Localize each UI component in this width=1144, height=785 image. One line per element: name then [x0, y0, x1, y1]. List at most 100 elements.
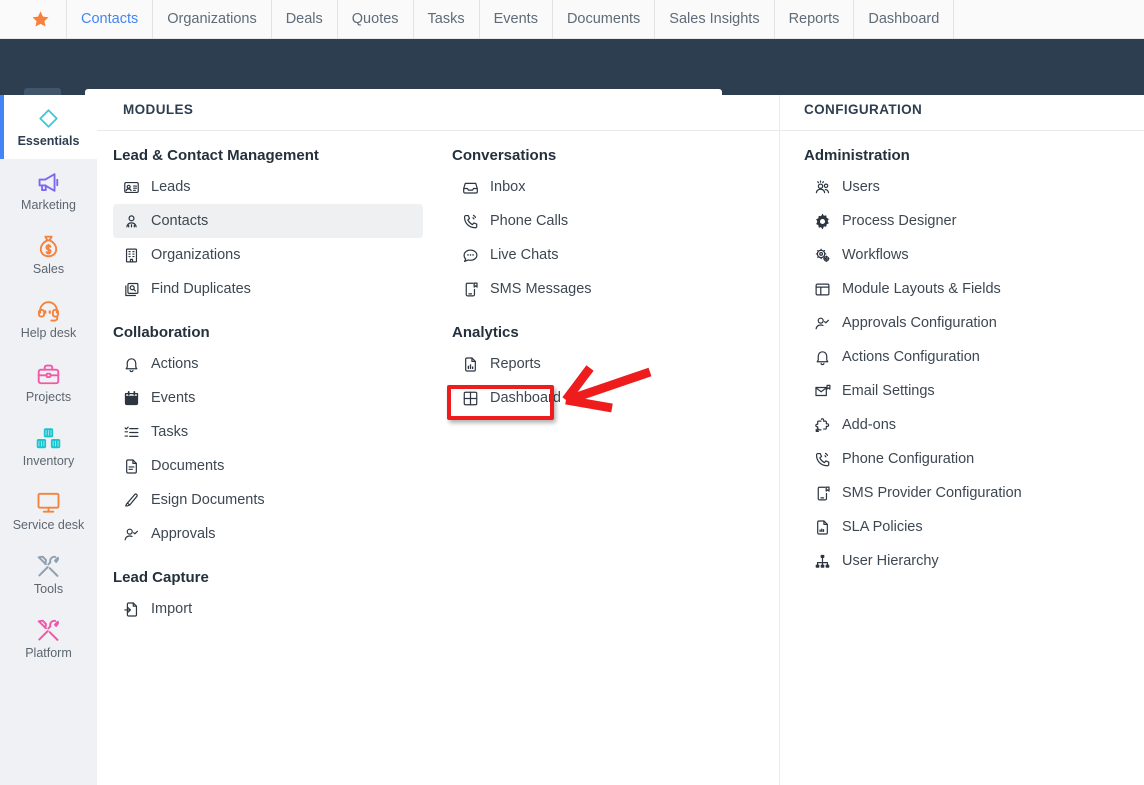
- nav-item-reports[interactable]: Reports: [775, 0, 855, 39]
- sms-icon: [814, 485, 831, 502]
- sidebar-item-tools[interactable]: Tools: [0, 543, 97, 607]
- menu-item-live-chats[interactable]: Live Chats: [452, 238, 752, 272]
- briefcase-icon: [36, 362, 61, 386]
- group-title: Collaboration: [113, 324, 423, 341]
- nav-item-dashboard[interactable]: Dashboard: [854, 0, 954, 39]
- inbox-icon: [462, 179, 479, 196]
- menu-item-find-duplicates[interactable]: Find Duplicates: [113, 272, 423, 306]
- duplicate-search-icon: [123, 281, 140, 298]
- group-title: Conversations: [452, 147, 752, 164]
- report-icon: [462, 356, 479, 373]
- menu-item-tasks[interactable]: Tasks: [113, 415, 423, 449]
- nav-item-deals[interactable]: Deals: [272, 0, 338, 39]
- nav-item-organizations[interactable]: Organizations: [153, 0, 271, 39]
- menu-item-phone-calls[interactable]: Phone Calls: [452, 204, 752, 238]
- diamond-icon: [37, 106, 60, 130]
- import-icon: [123, 601, 140, 618]
- modules-column-left: Lead & Contact ManagementLeadsContactsOr…: [113, 147, 423, 644]
- menu-item-organizations[interactable]: Organizations: [113, 238, 423, 272]
- nav-item-documents[interactable]: Documents: [553, 0, 655, 39]
- menu-item-label: Events: [151, 390, 195, 406]
- menu-search-bar: Personalize »: [0, 39, 1144, 95]
- megaphone-icon: [36, 170, 61, 194]
- menu-item-email-settings[interactable]: Email Settings: [804, 374, 1134, 408]
- menu-item-dashboard[interactable]: Dashboard: [452, 381, 752, 415]
- menu-item-label: Leads: [151, 179, 191, 195]
- menu-group: Collaboration Actions Events Tasks Documents…: [113, 324, 423, 551]
- menu-item-users[interactable]: Users: [804, 170, 1134, 204]
- menu-item-phone-configuration[interactable]: Phone Configuration: [804, 442, 1134, 476]
- sidebar-item-sales[interactable]: Sales: [0, 223, 97, 287]
- menu-item-label: Live Chats: [490, 247, 559, 263]
- nav-item-contacts[interactable]: Contacts: [66, 0, 153, 39]
- menu-item-label: Organizations: [151, 247, 240, 263]
- app-switcher-sidebar: Essentials Marketing SalesHelp desk Project…: [0, 95, 97, 785]
- menu-item-events[interactable]: Events: [113, 381, 423, 415]
- sidebar-item-marketing[interactable]: Marketing: [0, 159, 97, 223]
- sidebar-item-projects[interactable]: Projects: [0, 351, 97, 415]
- headset-icon: [36, 298, 61, 322]
- menu-item-label: Workflows: [842, 247, 909, 263]
- sidebar-item-platform[interactable]: Platform: [0, 607, 97, 671]
- menu-item-actions[interactable]: Actions: [113, 347, 423, 381]
- building-icon: [123, 247, 140, 264]
- menu-item-approvals[interactable]: Approvals: [113, 517, 423, 551]
- nav-item-sales-insights[interactable]: Sales Insights: [655, 0, 774, 39]
- gears-icon: [814, 247, 831, 264]
- menu-item-label: Documents: [151, 458, 224, 474]
- menu-item-contacts[interactable]: Contacts: [113, 204, 423, 238]
- menu-item-label: Phone Configuration: [842, 451, 974, 467]
- layout-icon: [814, 281, 831, 298]
- menu-group: Analytics ReportsDashboard: [452, 324, 752, 415]
- top-navigation-bar: ContactsOrganizationsDealsQuotesTasksEve…: [0, 0, 1144, 39]
- menu-item-sla-policies[interactable]: SLA Policies: [804, 510, 1134, 544]
- menu-item-inbox[interactable]: Inbox: [452, 170, 752, 204]
- sidebar-item-inventory[interactable]: Inventory: [0, 415, 97, 479]
- configuration-column: AdministrationUsersProcess DesignerWorkf…: [804, 147, 1134, 596]
- menu-item-label: Actions Configuration: [842, 349, 980, 365]
- nav-item-events[interactable]: Events: [480, 0, 553, 39]
- menu-item-label: Esign Documents: [151, 492, 265, 508]
- nav-item-quotes[interactable]: Quotes: [338, 0, 414, 39]
- menu-item-label: Tasks: [151, 424, 188, 440]
- bell-icon: [123, 356, 140, 373]
- menu-item-import[interactable]: Import: [113, 592, 423, 626]
- menu-item-esign-documents[interactable]: Esign Documents: [113, 483, 423, 517]
- sidebar-item-essentials[interactable]: Essentials: [0, 95, 97, 159]
- menu-item-label: Approvals Configuration: [842, 315, 997, 331]
- group-title: Analytics: [452, 324, 752, 341]
- bell-icon: [814, 349, 831, 366]
- sidebar-item-label: Marketing: [21, 198, 76, 212]
- menu-item-user-hierarchy[interactable]: User Hierarchy: [804, 544, 1134, 578]
- menu-item-leads[interactable]: Leads: [113, 170, 423, 204]
- top-nav-items: ContactsOrganizationsDealsQuotesTasksEve…: [66, 0, 954, 39]
- phone-icon: [814, 451, 831, 468]
- menu-item-label: User Hierarchy: [842, 553, 939, 569]
- user-check-icon: [814, 315, 831, 332]
- sidebar-item-service-desk[interactable]: Service desk: [0, 479, 97, 543]
- menu-item-sms-messages[interactable]: SMS Messages: [452, 272, 752, 306]
- menu-item-add-ons[interactable]: Add-ons: [804, 408, 1134, 442]
- sidebar-item-label: Inventory: [23, 454, 74, 468]
- tools-icon: [36, 554, 61, 578]
- nav-item-tasks[interactable]: Tasks: [414, 0, 480, 39]
- sidebar-item-label: Service desk: [13, 518, 85, 532]
- sidebar-item-label: Projects: [26, 390, 71, 404]
- menu-item-label: Import: [151, 601, 192, 617]
- calendar-icon: [123, 390, 140, 407]
- menu-item-label: Find Duplicates: [151, 281, 251, 297]
- menu-item-actions-configuration[interactable]: Actions Configuration: [804, 340, 1134, 374]
- sidebar-item-help-desk[interactable]: Help desk: [0, 287, 97, 351]
- menu-item-sms-provider-configuration[interactable]: SMS Provider Configuration: [804, 476, 1134, 510]
- menu-item-approvals-configuration[interactable]: Approvals Configuration: [804, 306, 1134, 340]
- menu-item-reports[interactable]: Reports: [452, 347, 752, 381]
- star-icon[interactable]: [31, 10, 50, 29]
- menu-item-documents[interactable]: Documents: [113, 449, 423, 483]
- user-check-icon: [123, 526, 140, 543]
- menu-item-workflows[interactable]: Workflows: [804, 238, 1134, 272]
- sms-icon: [462, 281, 479, 298]
- menu-item-label: Process Designer: [842, 213, 956, 229]
- menu-item-label: SMS Provider Configuration: [842, 485, 1022, 501]
- menu-item-module-layouts-fields[interactable]: Module Layouts & Fields: [804, 272, 1134, 306]
- menu-item-process-designer[interactable]: Process Designer: [804, 204, 1134, 238]
